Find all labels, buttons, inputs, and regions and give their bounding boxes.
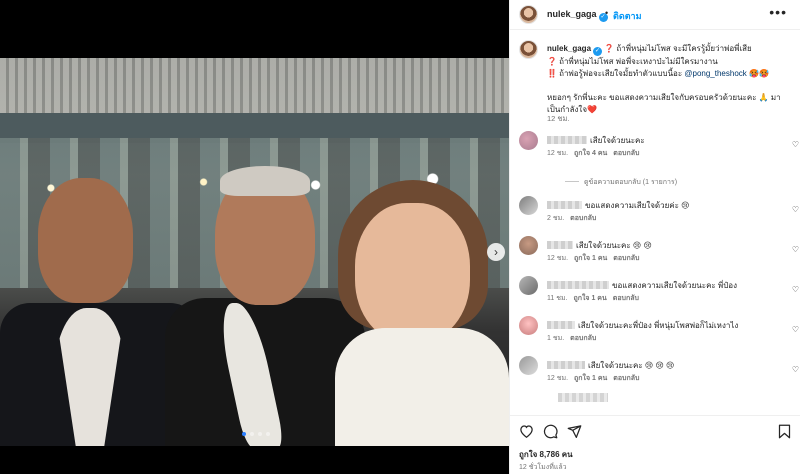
caption-line: หยอกๆ รักพี่นะคะ ขอแสดงความเสียใจกับครอบ… (547, 93, 781, 114)
commenter-avatar[interactable] (519, 276, 538, 295)
comment-like-heart-icon[interactable]: ♡ (792, 365, 799, 374)
reply-button[interactable]: ตอบกลับ (613, 150, 639, 157)
comment-item: เสียใจด้วยนะคะ 😢 😢 😢 12 ชม. ถูกใจ 1 คน ตอบ… (519, 356, 799, 386)
comment-like-heart-icon[interactable]: ♡ (792, 285, 799, 294)
commenter-username[interactable] (547, 361, 585, 369)
caption-text: nulek_gaga ✓ ❓ ถ้าพี่หนุ่มไม่โพส จะมีใครร… (547, 43, 787, 116)
post-header: nulek_gaga ✓ • ติดตาม ••• (510, 0, 800, 30)
caption-mention-link[interactable]: @pong_theshock (684, 69, 746, 78)
carousel-dot (266, 432, 270, 436)
comment-likes[interactable]: ถูกใจ 1 คน (574, 255, 607, 262)
caption-username[interactable]: nulek_gaga (547, 44, 591, 53)
caption-line: ❓ ถ้าพี่หนุ่มไม่โพส พ่อพี่จะเหงาป่ะไม่มี… (547, 57, 718, 66)
comment-time: 12 ชม. (547, 255, 569, 262)
commenter-avatar[interactable] (519, 236, 538, 255)
comment-like-heart-icon[interactable]: ♡ (792, 205, 799, 214)
carousel-dot (250, 432, 254, 436)
comment-item: เสียใจด้วยนะคะ 12 ชม. ถูกใจ 4 คน ตอบกลับ ♡ (519, 131, 799, 161)
carousel-next-button[interactable]: › (487, 243, 505, 261)
view-replies-label[interactable]: ดูข้อความตอบกลับ (1 รายการ) (584, 179, 677, 186)
post-photo (0, 58, 509, 446)
carousel-dots (242, 432, 270, 436)
comment-text: ขอแสดงความเสียใจด้วยนะคะ พี่ป๋อง (612, 281, 737, 290)
comment-likes[interactable]: ถูกใจ 4 คน (574, 150, 607, 157)
comment-time: 11 ชม. (547, 295, 568, 302)
comment-time: 12 ชม. (547, 150, 569, 157)
posted-time: 12 ชั่วโมงที่แล้ว (519, 464, 567, 471)
person-right-body (335, 328, 509, 446)
partially-visible-comment (558, 393, 608, 402)
person-middle-hair (220, 166, 310, 196)
comment-item: ขอแสดงความเสียใจด้วยนะคะ พี่ป๋อง 11 ชม. ถ… (519, 276, 799, 306)
commenter-username[interactable] (547, 321, 575, 329)
follow-button[interactable]: ติดตาม (613, 9, 642, 23)
commenter-username[interactable] (547, 281, 609, 289)
reply-button[interactable]: ตอบกลับ (570, 335, 596, 342)
author-username[interactable]: nulek_gaga ✓ (547, 9, 608, 22)
commenter-avatar[interactable] (519, 356, 538, 375)
comment-time: 1 ชม. (547, 335, 565, 342)
bookmark-icon[interactable] (778, 424, 791, 441)
comment-text: เสียใจด้วยนะคะ 😢 😢 😢 (588, 361, 675, 370)
comment-text: ขอแสดงความเสียใจด้วยค่ะ 😢 (585, 201, 690, 210)
commenter-username[interactable] (547, 136, 587, 144)
more-options-icon[interactable]: ••• (769, 4, 787, 20)
comment-item: เสียใจด้วยนะคะพี่ป๋อง พี่หนุ่มโพสพ่อก็ไม… (519, 316, 799, 346)
comment-likes[interactable]: ถูกใจ 1 คน (574, 375, 607, 382)
comment-text: เสียใจด้วยนะคะ (590, 136, 645, 145)
commenter-username[interactable] (547, 201, 582, 209)
replies-line (565, 181, 579, 182)
likes-count[interactable]: ถูกใจ 8,786 คน (519, 448, 573, 461)
author-avatar[interactable] (519, 5, 538, 24)
reply-button[interactable]: ตอบกลับ (613, 375, 639, 382)
commenter-avatar[interactable] (519, 196, 538, 215)
carousel-dot (242, 432, 246, 436)
person-right-head (355, 203, 470, 343)
comment-item: ขอแสดงความเสียใจด้วยค่ะ 😢 2 ชม. ตอบกลับ ♡ (519, 196, 799, 226)
post-side-panel: nulek_gaga ✓ • ติดตาม ••• nulek_gaga ✓ ❓ ถ… (509, 0, 800, 474)
reply-button[interactable]: ตอบกลับ (570, 215, 596, 222)
caption-avatar[interactable] (519, 40, 538, 59)
comment-text: เสียใจด้วยนะคะ 😢 😢 (576, 241, 652, 250)
view-replies-button[interactable]: ดูข้อความตอบกลับ (1 รายการ) (565, 177, 677, 188)
caption-time: 12 ชม. (547, 114, 570, 123)
comment-time: 2 ชม. (547, 215, 565, 222)
post-actions-bar: ถูกใจ 8,786 คน 12 ชั่วโมงที่แล้ว (510, 415, 800, 474)
comment-item: เสียใจด้วยนะคะ 😢 😢 12 ชม. ถูกใจ 1 คน ตอบกล… (519, 236, 799, 266)
comment-icon[interactable] (543, 424, 558, 441)
commenter-avatar[interactable] (519, 316, 538, 335)
commenter-avatar[interactable] (519, 131, 538, 150)
carousel-dot (258, 432, 262, 436)
comment-like-heart-icon[interactable]: ♡ (792, 245, 799, 254)
comment-like-heart-icon[interactable]: ♡ (792, 140, 799, 149)
post-media[interactable]: › (0, 0, 509, 474)
caption-line: ‼️ ถ้าพ่อรู้พ่อจะเสียใจมั้ยทำตัวแบบนี้อะ (547, 69, 685, 78)
author-username-text[interactable]: nulek_gaga (547, 9, 597, 19)
person-left-head (38, 178, 133, 303)
reply-button[interactable]: ตอบกลับ (613, 255, 639, 262)
separator-dot: • (605, 8, 609, 18)
share-icon[interactable] (567, 424, 582, 441)
comment-like-heart-icon[interactable]: ♡ (792, 325, 799, 334)
verified-badge-icon: ✓ (593, 47, 603, 56)
comment-text: เสียใจด้วยนะคะพี่ป๋อง พี่หนุ่มโพสพ่อก็ไม… (578, 321, 739, 330)
reply-button[interactable]: ตอบกลับ (613, 295, 639, 302)
comment-time: 12 ชม. (547, 375, 569, 382)
commenter-username[interactable] (547, 241, 573, 249)
heart-icon[interactable] (519, 424, 534, 440)
caption-line: ❓ ถ้าพี่หนุ่มไม่โพส จะมีใครรู้มั้ยว่าพ่อ… (604, 44, 752, 53)
caption-line: 🥵🥵 (746, 69, 769, 78)
comment-likes[interactable]: ถูกใจ 1 คน (574, 295, 607, 302)
